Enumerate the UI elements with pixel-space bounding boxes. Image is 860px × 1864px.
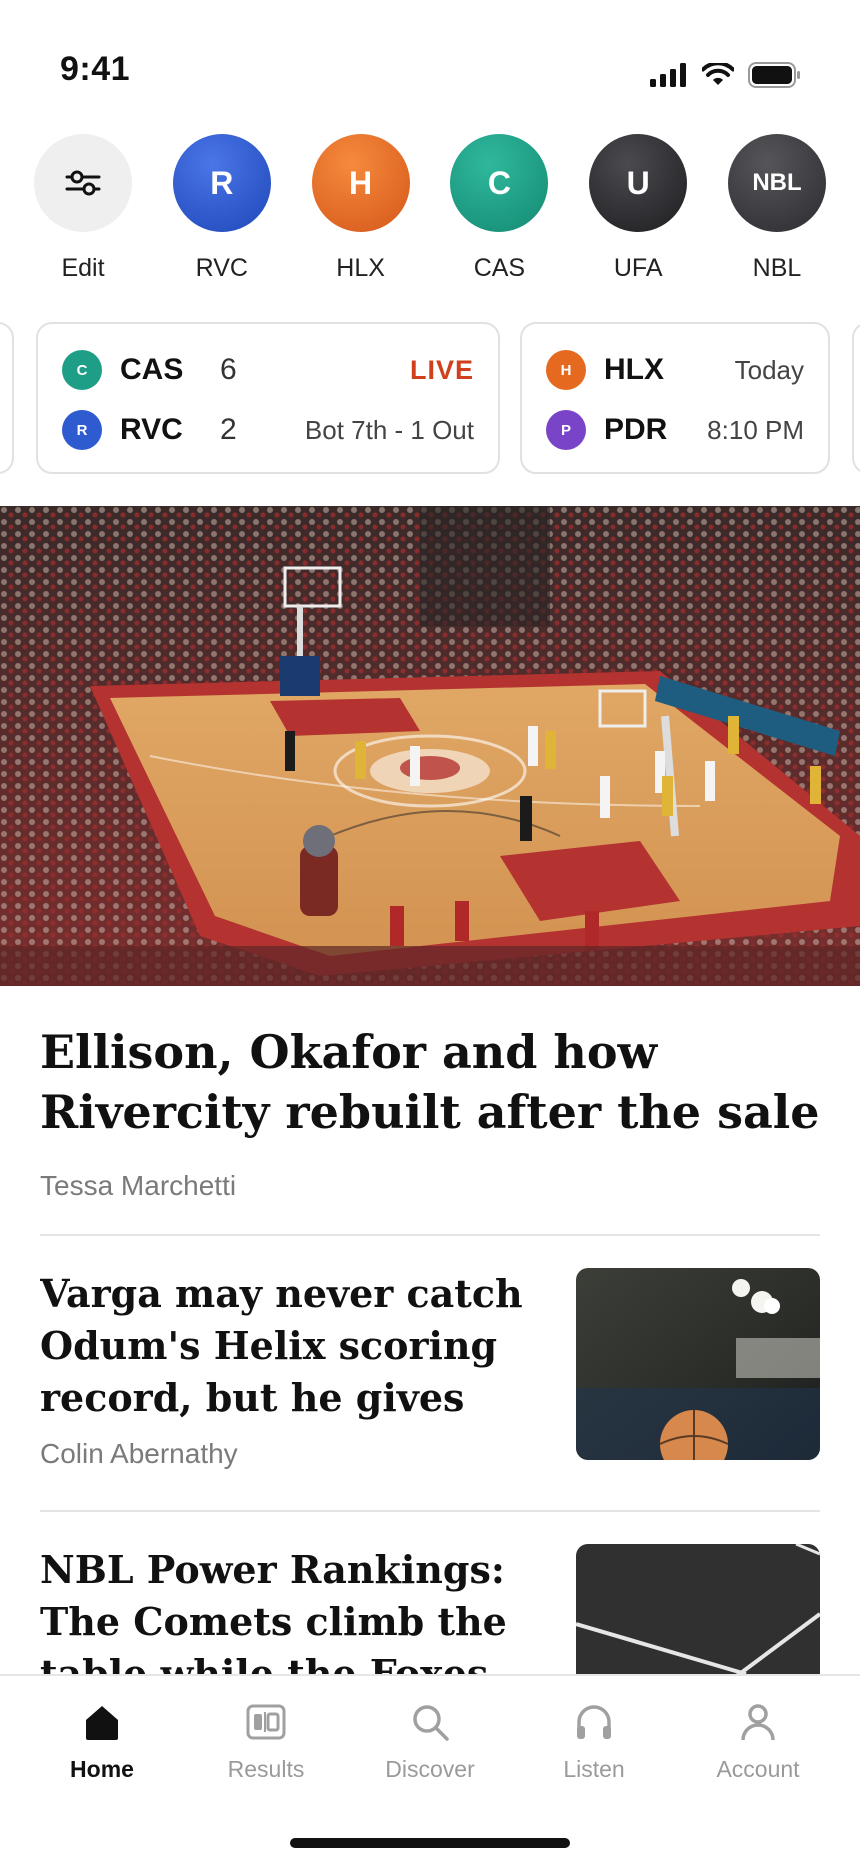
score-row: P PDR 8:10 PM [546,408,804,452]
status-time: 9:41 [60,50,131,88]
story-card[interactable]: Varga may never catch Odum's Helix scori… [40,1268,820,1488]
game-day: Today [734,354,804,385]
team-logo[interactable]: NBL [727,134,826,232]
wifi-icon [702,63,734,85]
team-label: CAS [473,254,526,282]
team-logo[interactable]: H [311,134,410,232]
tab-home[interactable]: Home [22,1702,182,1783]
team-abbr: CAS [120,353,184,386]
team-shortcut-nbl[interactable]: NBL NBL [727,134,826,294]
team-logo[interactable]: R [172,134,271,232]
story-headline[interactable]: NBL Power Rankings: The Comets climb the… [40,1544,540,1674]
story-thumbnail[interactable] [576,1268,820,1460]
team-shortcut-ufa[interactable]: U UFA [589,134,688,294]
person-icon [741,1704,775,1741]
basketball-photo [576,1268,820,1460]
team-initial: R [210,164,234,201]
team-label: Edit [61,254,105,282]
team-mini-logo: C [62,350,102,390]
team-mini-logo: H [546,350,586,390]
home-icon [86,1706,118,1740]
score-card-live[interactable]: C CAS 6 LIVE R RVC 2 Bot 7th - 1 Out [36,322,500,474]
live-badge: LIVE [409,354,474,385]
headphones-icon [577,1705,611,1739]
story-thumbnail[interactable] [576,1544,820,1674]
team-shortcut-edit[interactable]: Edit [34,134,132,294]
story-card[interactable]: NBL Power Rankings: The Comets climb the… [40,1544,820,1674]
hero-image[interactable] [0,506,860,986]
score-card-previous[interactable] [0,322,14,474]
team-shortcut-hlx[interactable]: H HLX [311,134,410,294]
tab-label: Home [70,1756,134,1782]
search-icon [413,1705,449,1741]
battery-icon [748,62,800,88]
team-initial: C [487,164,511,201]
team-logo[interactable]: U [589,134,688,232]
game-situation: Bot 7th - 1 Out [304,414,474,445]
team-logo[interactable]: C [450,134,549,232]
tab-label: Account [716,1756,800,1782]
team-label: NBL [752,254,802,282]
divider [40,1510,820,1512]
edit-circle[interactable] [34,134,132,232]
score-card-next[interactable] [852,322,860,474]
team-abbr: PDR [604,413,668,446]
team-initial: U [626,164,650,201]
basketball-arena-photo [0,506,860,986]
score-row: R RVC 2 Bot 7th - 1 Out [62,408,474,452]
team-label: RVC [195,254,248,282]
team-initial: H [349,164,373,201]
divider [40,1234,820,1236]
game-time: 8:10 PM [707,414,804,445]
main-story-author: Tessa Marchetti [40,1170,237,1201]
court-floor-photo [576,1544,820,1674]
team-score: 6 [220,353,237,386]
tab-label: Discover [385,1756,475,1782]
team-label: HLX [336,254,385,282]
team-abbr: RVC [120,413,183,446]
story-headline[interactable]: Varga may never catch Odum's Helix scori… [40,1268,540,1424]
team-abbr: HLX [604,353,664,386]
team-label: UFA [613,254,663,282]
team-score: 2 [220,413,237,446]
tab-label: Listen [563,1756,625,1782]
team-shortcut-rvc[interactable]: R RVC [172,134,271,294]
team-mini-logo: R [62,410,102,450]
score-card-upcoming[interactable]: H HLX Today P PDR 8:10 PM [520,322,830,474]
tab-listen[interactable]: Listen [514,1702,674,1783]
score-row: C CAS 6 LIVE [62,348,474,392]
home-indicator[interactable] [290,1838,570,1848]
team-shortcut-cas[interactable]: C CAS [450,134,549,294]
scoreboard-icon [246,1704,286,1740]
score-row: H HLX Today [546,348,804,392]
tab-discover[interactable]: Discover [350,1702,510,1783]
tab-results[interactable]: Results [186,1702,346,1783]
cellular-signal-icon [650,63,686,87]
status-icons [650,62,802,88]
main-story-headline[interactable]: Ellison, Okafor and how Rivercity rebuil… [40,1022,820,1142]
tab-account[interactable]: Account [678,1702,838,1783]
sliders-icon [65,170,101,196]
scores-strip[interactable]: C CAS 6 LIVE R RVC 2 Bot 7th - 1 Out H H… [0,322,860,474]
team-shortcut-row: Edit R RVC H HLX C CAS U UFA NBL NBL [0,134,860,294]
team-mini-logo: P [546,410,586,450]
tab-label: Results [227,1756,305,1782]
team-initial: NBL [752,169,802,196]
tab-bar: Home Results Discover Listen Account [0,1674,860,1864]
status-bar: 9:41 [0,0,860,110]
